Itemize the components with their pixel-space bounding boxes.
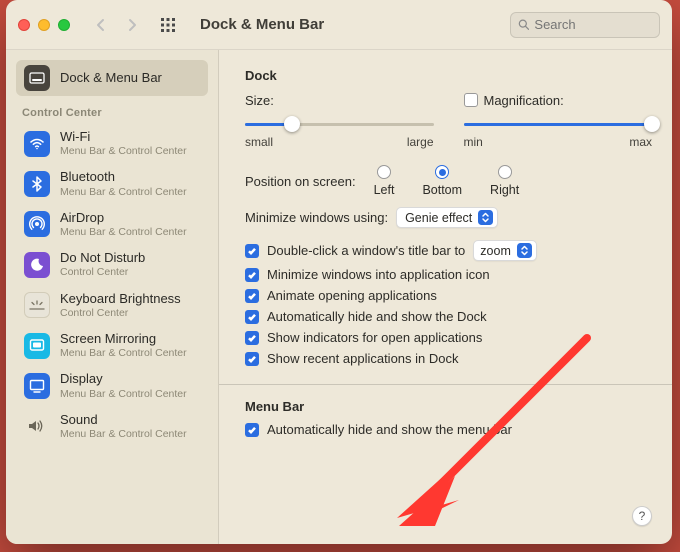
- close-window-button[interactable]: [18, 19, 30, 31]
- zoom-window-button[interactable]: [58, 19, 70, 31]
- size-min-label: small: [245, 135, 273, 149]
- autohide-menubar-label: Automatically hide and show the menu bar: [267, 422, 512, 437]
- sidebar-item-label: Screen Mirroring: [60, 331, 187, 347]
- sidebar-item-label: AirDrop: [60, 210, 187, 226]
- sound-icon: [24, 413, 50, 439]
- position-right-label: Right: [490, 183, 519, 197]
- do-not-disturb-icon: [24, 252, 50, 278]
- minimize-effect-select[interactable]: Genie effect: [396, 207, 498, 228]
- sidebar-item-label: Display: [60, 371, 187, 387]
- double-click-action-value: zoom: [480, 244, 511, 258]
- section-divider: [219, 384, 672, 385]
- mag-min-label: min: [464, 135, 483, 149]
- sidebar-section-label: Control Center: [16, 97, 208, 123]
- position-left-option[interactable]: Left: [374, 165, 395, 197]
- wifi-icon: [24, 131, 50, 157]
- search-field[interactable]: [510, 12, 660, 38]
- dock-section-heading: Dock: [245, 68, 652, 83]
- sidebar-item-label: Do Not Disturb: [60, 250, 145, 266]
- sidebar-item-sublabel: Menu Bar & Control Center: [60, 347, 187, 360]
- sidebar-item-sound[interactable]: SoundMenu Bar & Control Center: [16, 407, 208, 446]
- chevron-updown-icon: [478, 210, 493, 225]
- position-label: Position on screen:: [245, 174, 356, 189]
- minimize-into-icon-label: Minimize windows into application icon: [267, 267, 490, 282]
- sidebar-item-label: Wi-Fi: [60, 129, 187, 145]
- sidebar-item-screen-mirroring[interactable]: Screen MirroringMenu Bar & Control Cente…: [16, 326, 208, 365]
- show-recent-label: Show recent applications in Dock: [267, 351, 459, 366]
- position-right-option[interactable]: Right: [490, 165, 519, 197]
- magnification-slider[interactable]: [464, 115, 653, 133]
- sidebar: Dock & Menu Bar Control Center Wi-FiMenu…: [6, 50, 219, 544]
- double-click-checkbox[interactable]: [245, 244, 259, 258]
- keyboard-brightness-icon: [24, 292, 50, 318]
- dock-menubar-icon: [24, 65, 50, 91]
- show-indicators-label: Show indicators for open applications: [267, 330, 482, 345]
- system-preferences-window: Dock & Menu Bar Dock & Menu Bar Control …: [6, 0, 672, 544]
- size-label: Size:: [245, 93, 274, 108]
- sidebar-item-label: Keyboard Brightness: [60, 291, 181, 307]
- sidebar-item-sublabel: Control Center: [60, 307, 181, 320]
- menubar-section-heading: Menu Bar: [245, 399, 652, 414]
- search-input[interactable]: [534, 17, 652, 32]
- airdrop-icon: [24, 211, 50, 237]
- autohide-dock-label: Automatically hide and show the Dock: [267, 309, 487, 324]
- radio-icon: [435, 165, 449, 179]
- magnification-checkbox[interactable]: [464, 93, 478, 107]
- sidebar-item-keyboard-brightness[interactable]: Keyboard BrightnessControl Center: [16, 286, 208, 325]
- help-button[interactable]: ?: [632, 506, 652, 526]
- chevron-updown-icon: [517, 243, 532, 258]
- bluetooth-icon: [24, 171, 50, 197]
- show-indicators-checkbox[interactable]: [245, 331, 259, 345]
- settings-pane: Dock Size: small large Magnification:: [219, 50, 672, 544]
- animate-apps-checkbox[interactable]: [245, 289, 259, 303]
- radio-icon: [377, 165, 391, 179]
- sidebar-item-bluetooth[interactable]: BluetoothMenu Bar & Control Center: [16, 164, 208, 203]
- sidebar-item-dnd[interactable]: Do Not DisturbControl Center: [16, 245, 208, 284]
- sidebar-item-sublabel: Menu Bar & Control Center: [60, 226, 187, 239]
- sidebar-item-dock-menubar[interactable]: Dock & Menu Bar: [16, 60, 208, 96]
- back-button[interactable]: [88, 13, 112, 37]
- radio-icon: [498, 165, 512, 179]
- window-body: Dock & Menu Bar Control Center Wi-FiMenu…: [6, 50, 672, 544]
- sidebar-item-sublabel: Menu Bar & Control Center: [60, 186, 187, 199]
- sidebar-item-sublabel: Menu Bar & Control Center: [60, 428, 187, 441]
- sidebar-item-label: Dock & Menu Bar: [60, 70, 162, 86]
- window-controls: [18, 19, 70, 31]
- autohide-dock-checkbox[interactable]: [245, 310, 259, 324]
- minimize-effect-value: Genie effect: [405, 211, 472, 225]
- minimize-using-label: Minimize windows using:: [245, 210, 388, 225]
- minimize-window-button[interactable]: [38, 19, 50, 31]
- double-click-action-select[interactable]: zoom: [473, 240, 537, 261]
- display-icon: [24, 373, 50, 399]
- sidebar-item-label: Bluetooth: [60, 169, 187, 185]
- position-left-label: Left: [374, 183, 395, 197]
- animate-apps-label: Animate opening applications: [267, 288, 437, 303]
- screen-mirroring-icon: [24, 333, 50, 359]
- titlebar: Dock & Menu Bar: [6, 0, 672, 50]
- position-bottom-option[interactable]: Bottom: [422, 165, 462, 197]
- forward-button[interactable]: [120, 13, 144, 37]
- sidebar-item-label: Sound: [60, 412, 187, 428]
- search-icon: [518, 18, 529, 31]
- show-recent-checkbox[interactable]: [245, 352, 259, 366]
- autohide-menubar-checkbox[interactable]: [245, 423, 259, 437]
- sidebar-item-display[interactable]: DisplayMenu Bar & Control Center: [16, 366, 208, 405]
- size-slider[interactable]: [245, 115, 434, 133]
- window-title: Dock & Menu Bar: [200, 16, 324, 33]
- sidebar-item-sublabel: Control Center: [60, 266, 145, 279]
- sidebar-item-airdrop[interactable]: AirDropMenu Bar & Control Center: [16, 205, 208, 244]
- double-click-label: Double-click a window's title bar to: [267, 243, 465, 258]
- position-bottom-label: Bottom: [422, 183, 462, 197]
- sidebar-item-sublabel: Menu Bar & Control Center: [60, 145, 187, 158]
- sidebar-item-wifi[interactable]: Wi-FiMenu Bar & Control Center: [16, 124, 208, 163]
- size-max-label: large: [407, 135, 434, 149]
- mag-max-label: max: [629, 135, 652, 149]
- sidebar-item-sublabel: Menu Bar & Control Center: [60, 388, 187, 401]
- show-all-button[interactable]: [156, 13, 180, 37]
- minimize-into-icon-checkbox[interactable]: [245, 268, 259, 282]
- magnification-label: Magnification:: [484, 93, 564, 108]
